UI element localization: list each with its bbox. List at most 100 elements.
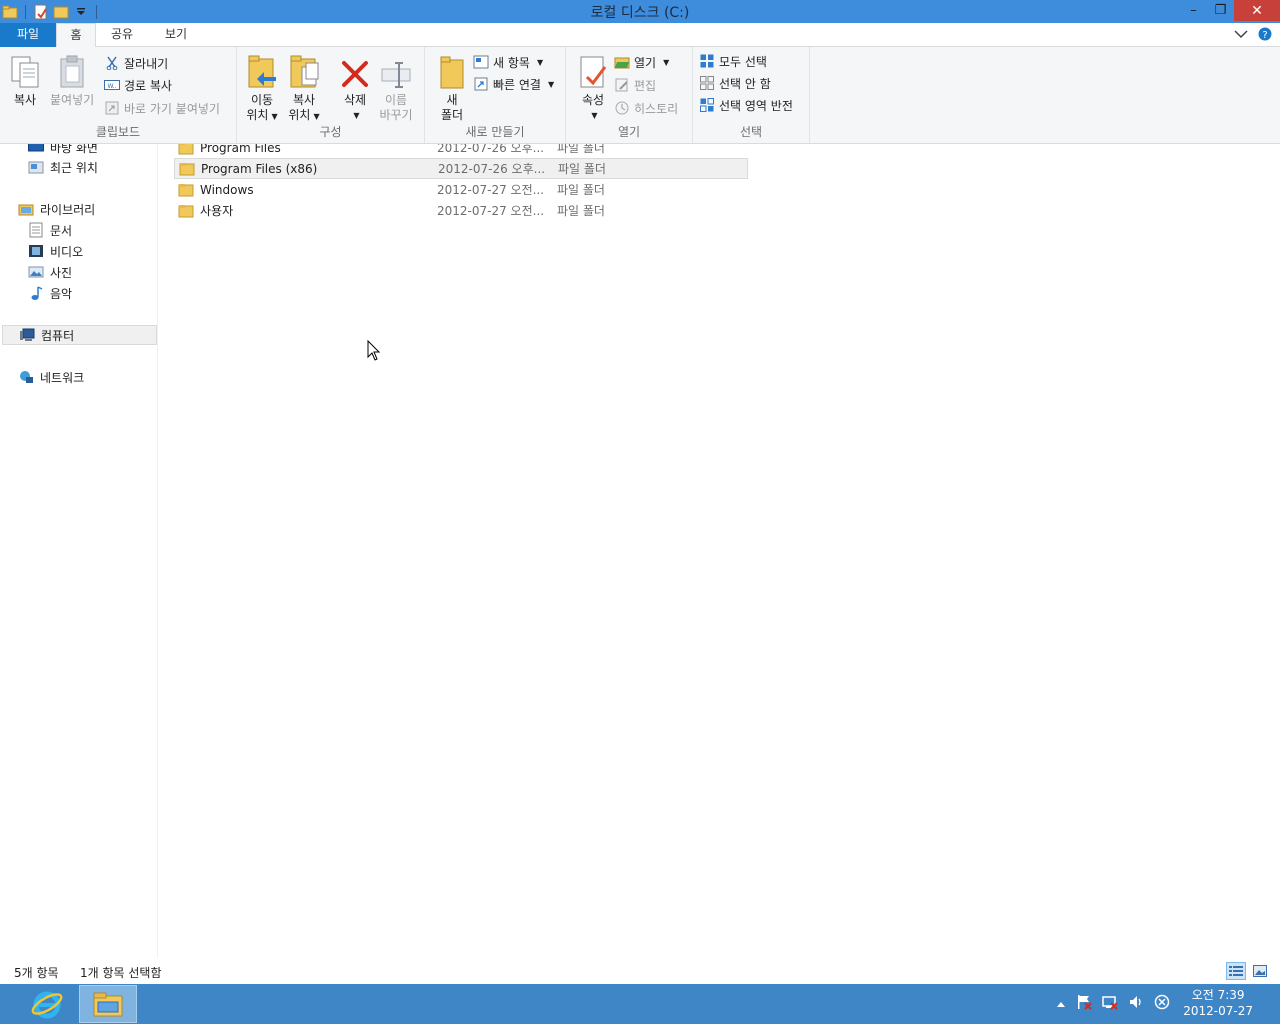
taskbar: 오전 7:39 2012-07-27 (0, 984, 1280, 1024)
properties-icon (576, 53, 610, 89)
nav-item-videos[interactable]: 비디오 (28, 241, 83, 261)
select-all-icon (699, 53, 715, 69)
status-bar: 5개 항목 1개 항목 선택함 (0, 958, 1280, 984)
title-bar: 로컬 디스크 (C:) – ❐ ✕ (0, 0, 1280, 23)
svg-text:W..: W.. (107, 83, 116, 90)
edit-button[interactable]: 편집 (614, 75, 656, 95)
folder-icon (178, 144, 194, 154)
clipboard-group-label: 클립보드 (95, 125, 141, 139)
show-hidden-icons-icon[interactable] (1056, 997, 1066, 1011)
open-group-label: 열기 (617, 125, 641, 139)
file-explorer-taskbar-button[interactable] (79, 985, 137, 1023)
paste-button[interactable]: 붙여넣기 (50, 53, 94, 108)
network-status-icon[interactable] (1102, 994, 1118, 1013)
select-all-button[interactable]: 모두 선택 (699, 51, 767, 71)
network-icon (18, 369, 34, 385)
recent-places-icon (28, 159, 44, 175)
open-group: 속성 ▼ 열기 ▼ 편집 히스토리 열기 (566, 47, 693, 143)
ribbon-tabs: 파일 홈 공유 보기 ? (0, 23, 1280, 48)
copy-path-button[interactable]: W.. 경로 복사 (104, 75, 172, 95)
open-folder-icon (614, 54, 630, 70)
folder-icon (179, 162, 195, 175)
cut-button[interactable]: 잘라내기 (104, 53, 168, 73)
properties-button[interactable]: 속성 ▼ (576, 53, 610, 123)
new-folder-icon (435, 53, 469, 89)
copy-to-button[interactable]: 복사 위치 ▼ (287, 53, 321, 124)
nav-item-documents[interactable]: 문서 (28, 220, 72, 240)
close-button[interactable]: ✕ (1234, 0, 1280, 21)
copy-path-icon: W.. (104, 77, 120, 93)
minimize-ribbon-icon[interactable] (1234, 28, 1248, 43)
desktop-icon (28, 144, 44, 155)
move-to-icon (245, 53, 279, 89)
clock[interactable]: 오전 7:39 2012-07-27 (1183, 987, 1253, 1019)
minimize-button[interactable]: – (1180, 0, 1207, 21)
file-row[interactable]: 사용자 2012-07-27 오전... 파일 폴더 (174, 200, 748, 221)
clipboard-group: 복사 붙여넣기 잘라내기 W.. 경로 복사 바로 가기 붙여넣기 클립보드 (0, 47, 237, 143)
file-list: Program Files 2012-07-26 오후... 파일 폴더 Pro… (159, 144, 1280, 958)
select-none-button[interactable]: 선택 안 함 (699, 73, 771, 93)
large-icons-view-button[interactable] (1250, 962, 1270, 980)
invert-selection-icon (699, 97, 715, 113)
file-row[interactable]: Windows 2012-07-27 오전... 파일 폴더 (174, 179, 748, 200)
clock-time: 오전 7:39 (1191, 988, 1245, 1002)
large-icons-view-icon (1253, 965, 1267, 977)
history-icon (614, 100, 630, 116)
details-view-button[interactable] (1226, 962, 1246, 980)
nav-item-pictures[interactable]: 사진 (28, 262, 72, 282)
chevron-down-icon: ▼ (353, 111, 360, 120)
ribbon-right-controls: ? (1234, 27, 1272, 44)
copy-to-icon (287, 53, 321, 89)
nav-item-desktop[interactable]: 바탕 화면 (28, 144, 98, 157)
nav-item-libraries[interactable]: 라이브러리 (18, 199, 95, 219)
chevron-down-icon: ▼ (271, 112, 278, 121)
organize-group: 이동 위치 ▼ 복사 위치 ▼ 삭제 ▼ 이름 바꾸기 구성 (237, 47, 425, 143)
window-controls: – ❐ ✕ (1180, 0, 1280, 21)
tab-home[interactable]: 홈 (56, 23, 96, 48)
new-item-icon (473, 54, 489, 70)
scissors-icon (104, 55, 120, 71)
navigation-pane: 바탕 화면 최근 위치 라이브러리 문서 비디오 사진 음악 컴퓨터 네트워크 (0, 144, 158, 958)
tab-share[interactable]: 공유 (102, 23, 142, 47)
nav-item-recent[interactable]: 최근 위치 (28, 157, 98, 177)
copy-button[interactable]: 복사 (8, 53, 42, 108)
chevron-down-icon: ▼ (663, 57, 670, 67)
internet-explorer-button[interactable] (22, 986, 72, 1022)
rename-button[interactable]: 이름 바꾸기 (379, 53, 413, 123)
chevron-down-icon: ▼ (536, 57, 544, 67)
organize-group-label: 구성 (319, 125, 342, 139)
folder-icon (178, 204, 194, 217)
error-status-icon[interactable] (1154, 994, 1170, 1013)
easy-access-icon (473, 76, 489, 92)
action-center-flag-icon[interactable] (1076, 994, 1092, 1013)
move-to-button[interactable]: 이동 위치 ▼ (245, 53, 279, 124)
new-item-button[interactable]: 새 항목 ▼ (473, 52, 543, 72)
item-count: 5개 항목 (14, 966, 59, 980)
system-tray (1056, 994, 1170, 1013)
details-view-icon (1229, 966, 1243, 976)
new-folder-button[interactable]: 새 폴더 (435, 53, 469, 123)
open-button[interactable]: 열기 ▼ (614, 52, 669, 72)
restore-button[interactable]: ❐ (1207, 0, 1234, 21)
file-row[interactable]: Program Files (x86) 2012-07-26 오후... 파일 … (174, 158, 748, 179)
file-row[interactable]: Program Files 2012-07-26 오후... 파일 폴더 (174, 144, 748, 158)
paste-icon (55, 53, 89, 89)
history-button[interactable]: 히스토리 (614, 98, 678, 118)
nav-item-network[interactable]: 네트워크 (18, 367, 84, 387)
mouse-cursor-icon (367, 340, 381, 361)
window-title: 로컬 디스크 (C:) (590, 5, 690, 21)
clock-date: 2012-07-27 (1183, 1004, 1253, 1018)
pictures-icon (28, 264, 44, 280)
invert-selection-button[interactable]: 선택 영역 반전 (699, 95, 793, 115)
chevron-down-icon: ▼ (547, 79, 555, 89)
help-icon[interactable]: ? (1258, 27, 1272, 44)
paste-shortcut-button[interactable]: 바로 가기 붙여넣기 (104, 98, 220, 118)
delete-button[interactable]: 삭제 ▼ (338, 53, 372, 123)
volume-icon[interactable] (1128, 994, 1144, 1013)
easy-access-button[interactable]: 빠른 연결 ▼ (473, 74, 554, 94)
tab-file[interactable]: 파일 (0, 23, 56, 47)
tab-view[interactable]: 보기 (154, 23, 198, 47)
nav-item-computer[interactable]: 컴퓨터 (2, 325, 157, 345)
ribbon: 복사 붙여넣기 잘라내기 W.. 경로 복사 바로 가기 붙여넣기 클립보드 이… (0, 47, 1280, 144)
nav-item-music[interactable]: 음악 (28, 283, 72, 303)
